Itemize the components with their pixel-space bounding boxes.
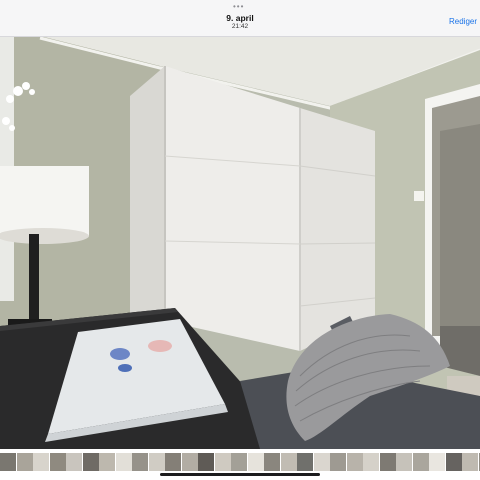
- photo-thumbnail[interactable]: [99, 453, 115, 471]
- home-indicator[interactable]: [160, 473, 320, 476]
- photo-thumbnail[interactable]: [0, 453, 16, 471]
- photo-thumbnail[interactable]: [181, 453, 198, 471]
- photo-thumbnail[interactable]: [214, 453, 231, 471]
- photo-thumbnail[interactable]: [148, 453, 165, 471]
- photo-thumbnail[interactable]: [132, 453, 148, 471]
- photo-viewer-header: ••• 9. april 21:42 Rediger: [0, 0, 480, 37]
- photo-thumbnail[interactable]: [412, 453, 429, 471]
- edit-button[interactable]: Rediger: [449, 17, 477, 26]
- photo-thumbnail[interactable]: [379, 453, 396, 471]
- photo-thumbnail[interactable]: [396, 453, 412, 471]
- photo-thumbnail[interactable]: [363, 453, 379, 471]
- photo-thumbnail[interactable]: [264, 453, 280, 471]
- thumbnail-row: [0, 453, 480, 471]
- photo-thumbnail[interactable]: [33, 453, 49, 471]
- photo-date: 9. april: [226, 13, 254, 23]
- photo-thumbnail[interactable]: [247, 453, 264, 471]
- photo-thumbnail[interactable]: [198, 453, 214, 471]
- photo-thumbnail[interactable]: [462, 453, 478, 471]
- drag-handle-icon[interactable]: •••: [233, 3, 244, 11]
- photo-thumbnail[interactable]: [429, 453, 445, 471]
- room-photo: [0, 36, 480, 449]
- photo-thumbnail[interactable]: [66, 453, 82, 471]
- photo-thumbnail[interactable]: [313, 453, 330, 471]
- photo-time: 21:42: [231, 23, 249, 30]
- photo-thumbnail[interactable]: [165, 453, 181, 471]
- photo-thumbnail[interactable]: [280, 453, 297, 471]
- photo-thumbnail[interactable]: [231, 453, 247, 471]
- photo-thumbnail[interactable]: [445, 453, 462, 471]
- photo-thumbnail[interactable]: [49, 453, 66, 471]
- photo-thumbnail[interactable]: [82, 453, 99, 471]
- photo-thumbnail[interactable]: [330, 453, 346, 471]
- photo-thumbnail[interactable]: [297, 453, 313, 471]
- photo-thumbnail[interactable]: [16, 453, 33, 471]
- photo-canvas[interactable]: [0, 36, 480, 449]
- photo-thumbnail[interactable]: [346, 453, 363, 471]
- photo-thumbnail[interactable]: [115, 453, 132, 471]
